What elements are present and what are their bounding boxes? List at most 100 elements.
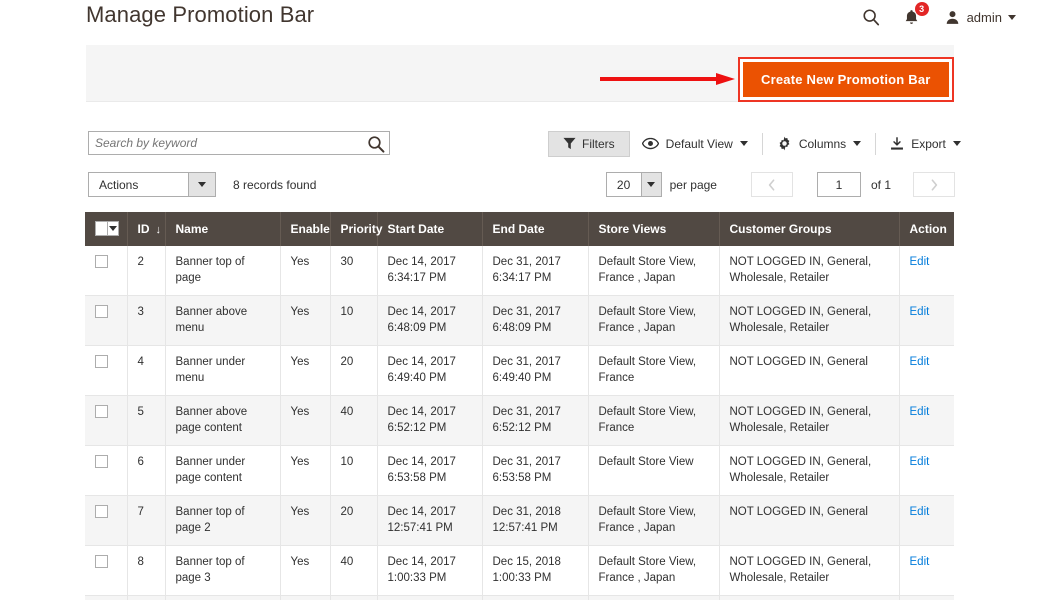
edit-link[interactable]: Edit xyxy=(910,456,930,468)
per-page-dropdown[interactable]: 20 xyxy=(605,172,662,197)
cell-customer-groups: NOT LOGGED IN, General,Wholesale, Retail… xyxy=(719,246,900,297)
row-checkbox[interactable] xyxy=(95,405,108,419)
default-view-selector[interactable]: Default View xyxy=(630,133,760,155)
cell-action: Edit xyxy=(899,495,954,547)
edit-link[interactable]: Edit xyxy=(910,506,930,518)
cell-start-date: Dec 14, 2017 6:53:58 PM xyxy=(377,445,483,497)
cell-store-views: Default Store View, France xyxy=(588,345,720,397)
cell-id: 3 xyxy=(127,295,166,347)
cell-name: Banner top of page 2 xyxy=(165,495,281,547)
column-header-enable[interactable]: Enable xyxy=(280,212,331,246)
column-header-priority[interactable]: Priority xyxy=(330,212,383,246)
cell-start-date: Dec 14, 2017 6:48:09 PM xyxy=(377,295,483,347)
actions-dropdown-arrow[interactable] xyxy=(188,173,215,196)
next-page-button[interactable] xyxy=(913,172,955,197)
search-by-keyword-box[interactable] xyxy=(88,131,390,155)
cell-end-date: Dec 31, 2017 6:48:09 PM xyxy=(482,295,589,347)
funnel-icon xyxy=(563,137,576,150)
grid-body: 2 Banner top of page Yes 30 Dec 14, 2017 6:34… xyxy=(85,246,954,600)
cell-enable: Yes xyxy=(280,395,331,447)
row-checkbox-cell[interactable] xyxy=(85,246,128,297)
row-checkbox[interactable] xyxy=(95,355,108,369)
column-header-start-date[interactable]: Start Date xyxy=(377,212,483,246)
cell-id: 7 xyxy=(127,495,166,547)
edit-link[interactable]: Edit xyxy=(910,256,930,268)
chevron-left-icon xyxy=(768,178,775,191)
cell-customer-groups: NOT LOGGED IN, General,Wholesale, Retail… xyxy=(719,545,900,597)
column-header-end-date[interactable]: End Date xyxy=(482,212,589,246)
export-selector[interactable]: Export xyxy=(878,133,973,155)
cell-enable: Yes xyxy=(280,246,331,297)
table-row: 5 Banner above page content Yes 40 Dec 14, 2… xyxy=(85,395,954,447)
user-menu[interactable]: admin xyxy=(944,9,1016,26)
row-checkbox-cell[interactable] xyxy=(85,445,128,497)
cell-name: Banner under page content xyxy=(165,445,281,497)
column-header-store-views[interactable]: Store Views xyxy=(588,212,720,246)
edit-link[interactable]: Edit xyxy=(910,406,930,418)
edit-link[interactable]: Edit xyxy=(910,356,930,368)
row-checkbox[interactable] xyxy=(95,255,108,268)
filters-label: Filters xyxy=(582,136,615,151)
search-input[interactable] xyxy=(89,132,353,154)
actions-dropdown[interactable]: Actions xyxy=(88,172,216,197)
cell-priority: 40 xyxy=(330,395,378,447)
chevron-down-icon xyxy=(647,182,656,187)
cell-store-views: Default Store View, France xyxy=(588,395,720,447)
table-row: 3 Banner above menu Yes 10 Dec 14, 2017 6:48:… xyxy=(85,295,954,347)
cell-start-date: Dec 14, 2017 1:00:33 PM xyxy=(377,545,483,597)
columns-selector[interactable]: Columns xyxy=(765,132,873,155)
cell-id: 5 xyxy=(127,395,166,447)
column-header-name[interactable]: Name xyxy=(165,212,281,246)
search-submit-icon[interactable] xyxy=(367,135,385,153)
select-all-control[interactable] xyxy=(95,221,119,236)
cell-enable: Yes xyxy=(280,545,331,597)
row-checkbox-cell[interactable] xyxy=(85,495,128,547)
row-checkbox[interactable] xyxy=(95,555,108,569)
notifications-bell-icon[interactable]: 3 xyxy=(902,2,929,27)
column-header-id[interactable]: ID ↓ xyxy=(127,212,166,246)
cell-customer-groups: NOT LOGGED IN, General,Wholesale, Retail… xyxy=(719,295,900,347)
table-row: 7 Banner top of page 2 Yes 20 Dec 14, 2017 12… xyxy=(85,495,954,547)
edit-link[interactable]: Edit xyxy=(910,306,930,318)
create-new-promotion-bar-button[interactable]: Create New Promotion Bar xyxy=(743,62,949,97)
select-all-checkbox[interactable] xyxy=(95,221,108,236)
row-checkbox-cell[interactable] xyxy=(85,595,128,600)
filters-button[interactable]: Filters xyxy=(548,130,630,157)
admin-grid-page: Manage Promotion Bar 3 admin Create New … xyxy=(0,0,1040,600)
chevron-down-icon xyxy=(952,141,961,146)
page-number-input[interactable] xyxy=(816,172,861,197)
per-page-dropdown-arrow[interactable] xyxy=(640,173,661,196)
row-checkbox-cell[interactable] xyxy=(85,345,128,397)
red-arrow-annotation xyxy=(600,73,735,85)
row-checkbox-cell[interactable] xyxy=(85,295,128,347)
cell-end-date: Dec 31, 2017 6:49:40 PM xyxy=(482,345,589,397)
cell-priority: 10 xyxy=(330,445,378,497)
records-found-label: 8 records found xyxy=(233,178,317,192)
cell-priority: 40 xyxy=(330,545,378,597)
row-checkbox[interactable] xyxy=(95,305,108,319)
sort-descending-icon: ↓ xyxy=(155,223,162,236)
cell-store-views: Default Store View xyxy=(588,445,720,497)
user-avatar-icon xyxy=(946,10,958,24)
row-checkbox[interactable] xyxy=(95,455,108,469)
pagination-controls: 20 per page of 1 xyxy=(605,172,955,197)
column-header-customer-groups[interactable]: Customer Groups xyxy=(719,212,900,246)
select-all-dropdown-arrow[interactable] xyxy=(107,221,119,236)
page-title: Manage Promotion Bar xyxy=(86,2,315,27)
column-header-select-all[interactable] xyxy=(85,212,128,246)
cell-action: Edit xyxy=(899,345,954,397)
previous-page-button[interactable] xyxy=(750,172,793,197)
column-header-id-label: ID xyxy=(137,221,150,236)
cell-id: 8 xyxy=(127,545,166,597)
default-view-label: Default View xyxy=(665,136,733,151)
edit-link[interactable]: Edit xyxy=(910,556,930,568)
search-icon[interactable] xyxy=(862,8,880,26)
row-checkbox-cell[interactable] xyxy=(85,545,128,597)
export-label: Export xyxy=(911,136,946,151)
row-checkbox[interactable] xyxy=(95,505,108,519)
chevron-down-icon xyxy=(739,141,748,146)
grid-header-row: ID ↓ Name Enable Priority Start Date End … xyxy=(85,212,954,246)
cell-customer-groups: NOT LOGGED IN, General xyxy=(719,495,900,547)
row-checkbox-cell[interactable] xyxy=(85,395,128,447)
table-row: 6 Banner under page content Yes 10 Dec 14, 2… xyxy=(85,445,954,497)
